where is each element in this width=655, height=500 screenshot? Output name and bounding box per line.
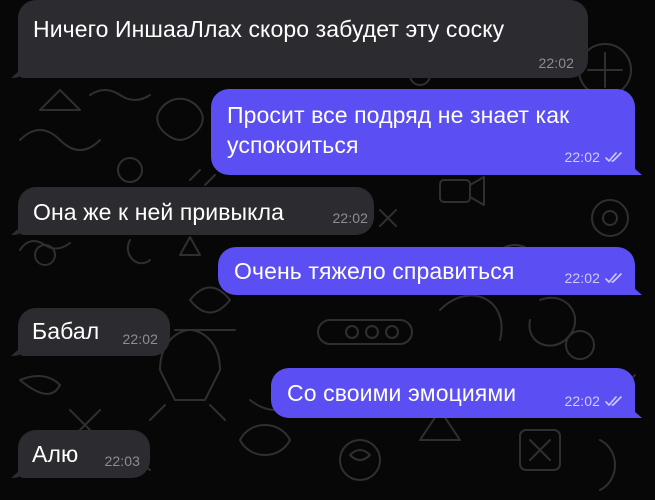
message-time: 22:02 [564, 393, 600, 409]
double-check-icon [605, 396, 622, 406]
message-bubble[interactable]: Она же к ней привыкла 22:02 [18, 187, 374, 235]
message-list: Ничего ИншааЛлах скоро забудет эту соску… [0, 0, 655, 500]
message-time: 22:02 [564, 270, 600, 286]
double-check-icon [605, 273, 622, 283]
message-time: 22:02 [538, 55, 574, 71]
message-bubble[interactable]: Со своими эмоциями 22:02 [271, 368, 635, 418]
message-bubble[interactable]: Просит все подряд не знает как успокоить… [211, 89, 635, 175]
message-time: 22:02 [332, 210, 368, 226]
message-text: Бабал [32, 318, 100, 344]
message-text: Со своими эмоциями [287, 380, 517, 406]
message-text: Ничего ИншааЛлах скоро забудет эту соску [33, 16, 505, 42]
message-text: Она же к ней привыкла [33, 199, 285, 225]
message-text: Алю [32, 441, 79, 467]
message-bubble[interactable]: Бабал 22:02 [18, 308, 170, 356]
message-bubble[interactable]: Ничего ИншааЛлах скоро забудет эту соску… [18, 0, 588, 78]
message-text: Очень тяжело справиться [234, 258, 515, 284]
message-time: 22:02 [564, 149, 600, 165]
message-text: Просит все подряд не знает как успокоить… [227, 102, 570, 158]
double-check-icon [605, 152, 622, 162]
message-bubble[interactable]: Алю 22:03 [18, 430, 150, 478]
message-time: 22:02 [122, 331, 158, 347]
message-bubble[interactable]: Очень тяжело справиться 22:02 [218, 247, 635, 295]
message-time: 22:03 [104, 453, 140, 469]
